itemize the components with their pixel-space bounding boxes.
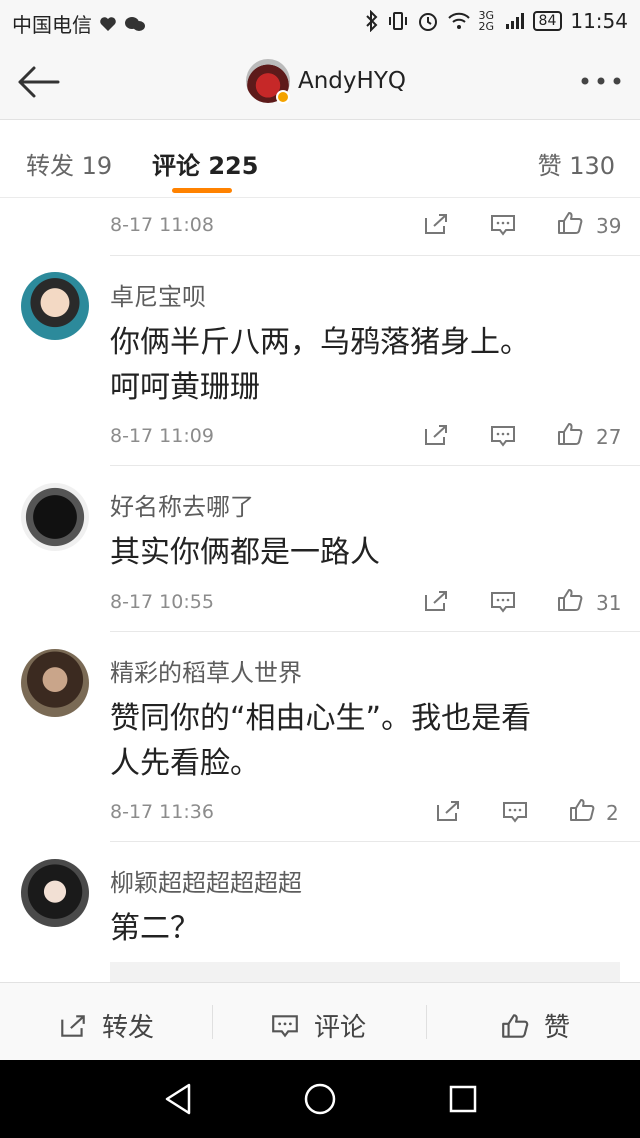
like-count: 31 [596,591,622,615]
comment-icon[interactable] [489,590,517,614]
home-circle-icon[interactable] [303,1082,337,1116]
comment-button[interactable]: 评论 [270,1007,366,1044]
like-count: 2 [606,801,619,825]
share-icon[interactable] [434,799,462,823]
comment-text-line2: 呵呵黄珊珊 [110,370,260,405]
share-icon [61,1014,85,1037]
share-icon[interactable] [422,423,450,447]
nav-bar: AndyHYQ [0,44,640,120]
network-label: 3G 2G [478,9,495,33]
divider [110,255,640,256]
comment-text: 你俩半斤八两，乌鸦落猪身上。 [110,325,530,360]
like-button[interactable]: 赞 [500,1007,570,1044]
comment-text-line2: 人先看脸。 [110,746,260,781]
comment-text: 第二？ [110,911,200,946]
comment-label: 评论 [314,1013,367,1043]
like-icon [502,1013,529,1038]
avatar[interactable] [21,649,89,717]
status-right: 3G 2G 84 11:54 [365,9,628,33]
wechat-icon [125,16,145,31]
like-count: 27 [596,425,622,449]
heart-icon [100,16,116,31]
comment-icon[interactable] [501,800,529,824]
comment-icon[interactable] [489,424,517,448]
comment-text: 其实你俩都是一路人 [110,535,380,570]
comment-username[interactable]: 精彩的稻草人世界 [110,653,302,688]
status-left: 中国电信 [12,9,146,38]
more-dots-icon[interactable] [580,74,622,88]
comment-icon[interactable] [489,213,517,237]
avatar[interactable] [21,859,89,927]
arrow-left-icon[interactable] [14,62,64,102]
comment-time: 8-17 11:36 [110,801,214,823]
like-label: 赞 [544,1013,571,1043]
divider [110,631,640,632]
divider [110,465,640,466]
author-name[interactable]: AndyHYQ [298,68,406,94]
comment-text: 赞同你的“相由心生”。我也是看 [110,701,532,736]
like-icon[interactable] [556,211,584,235]
signal-icon [505,13,524,29]
repost-label: 转发 [102,1013,155,1043]
like-icon[interactable] [556,422,584,446]
comment-icon [272,1014,298,1037]
comment-username[interactable]: 柳颖超超超超超超 [110,863,302,898]
repost-button[interactable]: 转发 [58,1007,154,1044]
carrier-label: 中国电信 [12,13,92,37]
alarm-icon [418,13,437,31]
verified-badge-icon [276,90,290,104]
avatar[interactable] [21,272,89,340]
tab-comment[interactable]: 评论 225 [152,146,258,181]
divider [110,841,640,842]
comment-username[interactable]: 好名称去哪了 [110,487,254,522]
avatar[interactable] [21,483,89,551]
recents-square-icon[interactable] [448,1084,478,1114]
wifi-icon [447,12,470,29]
comment-time: 8-17 11:08 [110,214,214,236]
tab-repost[interactable]: 转发 19 [26,146,112,181]
reply-preview-box[interactable] [110,962,620,982]
like-icon[interactable] [556,588,584,612]
like-icon[interactable] [568,798,596,822]
like-count: 39 [596,214,622,238]
tab-like[interactable]: 赞 130 [538,146,615,181]
bottom-action-bar: 转发 评论 赞 [0,982,640,1060]
status-bar: 中国电信 3G 2G 84 11:54 [0,0,640,44]
separator [426,1005,427,1039]
bluetooth-icon [365,10,377,32]
vibrate-icon [388,12,407,30]
share-icon[interactable] [422,589,450,613]
tab-bar: 转发 19 评论 225 赞 130 [0,120,640,198]
comment-time: 8-17 10:55 [110,591,214,613]
comment-time: 8-17 11:09 [110,425,214,447]
system-nav-bar [0,1060,640,1138]
share-icon[interactable] [422,212,450,236]
clock: 11:54 [570,9,628,33]
tab-active-indicator [172,188,232,193]
battery-indicator: 84 [532,11,563,31]
back-triangle-icon[interactable] [163,1082,193,1116]
comment-username[interactable]: 卓尼宝呗 [110,277,206,312]
separator [212,1005,213,1039]
